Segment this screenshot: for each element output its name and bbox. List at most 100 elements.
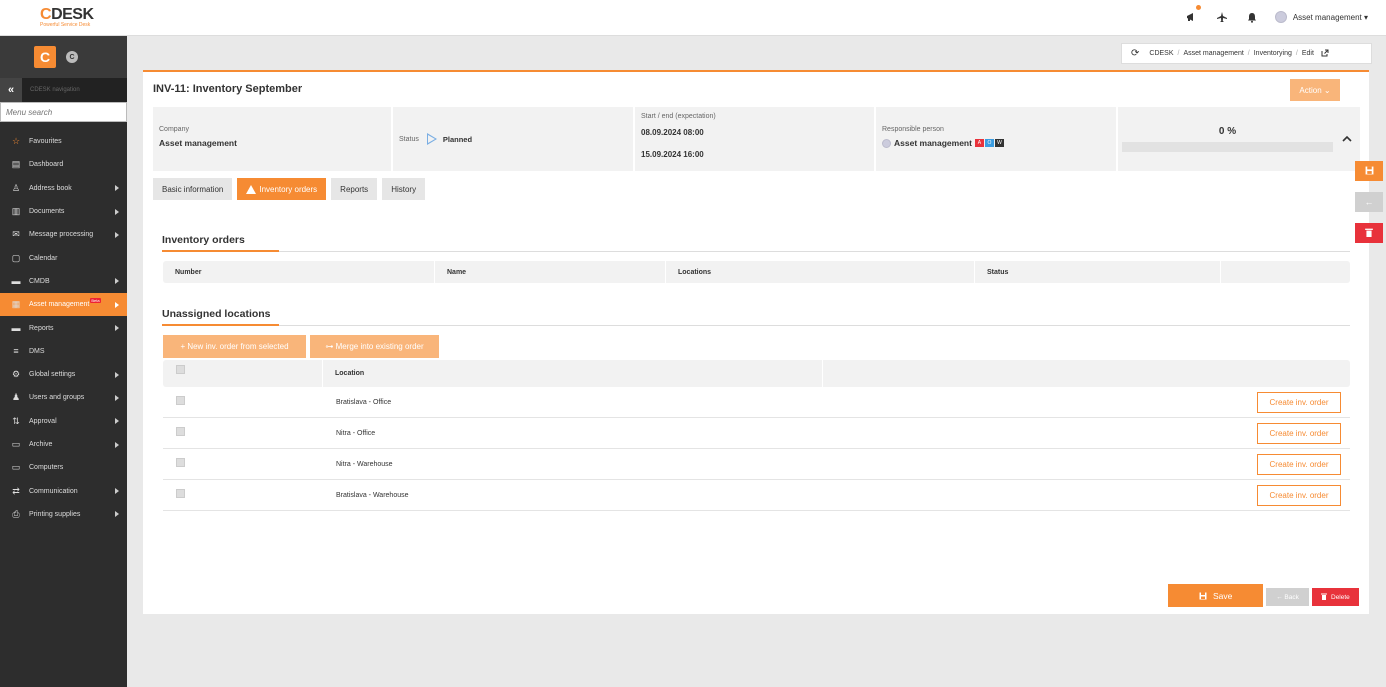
trash-icon	[1365, 228, 1373, 239]
breadcrumb-item-inventorying[interactable]: Inventorying	[1254, 50, 1292, 57]
responsible-label: Responsible person	[882, 126, 944, 133]
bell-icon[interactable]	[1245, 10, 1259, 24]
tab-reports[interactable]: Reports	[331, 178, 378, 200]
sidebar-item-label: Communication	[29, 487, 78, 495]
column-name[interactable]: Name	[435, 261, 666, 283]
tab-history[interactable]: History	[382, 178, 426, 200]
sidebar-item-calendar[interactable]: ▢ Calendar	[0, 246, 127, 269]
progress-cell: 0 %	[1118, 107, 1360, 171]
tab-inventory-orders-label: Inventory orders	[259, 184, 318, 194]
dates-label: Start / end (expectation)	[641, 113, 716, 120]
menu-search-input[interactable]	[1, 103, 126, 121]
table-row: Bratislava - Warehouse Create inv. order	[163, 481, 1350, 511]
sidebar-item-reports[interactable]: ▬ Reports	[0, 316, 127, 339]
progress-bar	[1122, 142, 1333, 152]
sidebar-item-computers[interactable]: ▭ Computers	[0, 456, 127, 479]
sidebar-item-users-and-groups[interactable]: ♟ Users and groups	[0, 386, 127, 409]
sidebar-item-label: Global settings	[29, 371, 76, 379]
sidebar-item-archive[interactable]: ▭ Archive	[0, 433, 127, 456]
column-locations[interactable]: Locations	[666, 261, 975, 283]
badge-w: W	[994, 139, 1004, 147]
sidebar-item-address-book[interactable]: ♙ Address book	[0, 177, 127, 200]
sidebar-logo[interactable]: C	[34, 46, 56, 68]
create-inv-order-button[interactable]: Create inv. order	[1257, 485, 1341, 506]
sidebar-item-label: Favourites	[29, 138, 62, 146]
page-title: INV-11: Inventory September	[153, 83, 303, 95]
create-inv-order-button[interactable]: Create inv. order	[1257, 423, 1341, 444]
refresh-icon[interactable]: ⟳	[1131, 48, 1139, 59]
folder-open-icon: ▬	[11, 323, 21, 334]
logo-tagline: Powerful Service Desk	[40, 22, 91, 28]
location-name: Bratislava - Office	[336, 399, 392, 406]
sidebar-item-favourites[interactable]: ☆ Favourites	[0, 130, 127, 153]
users-icon: ♟	[11, 392, 21, 403]
avatar	[882, 138, 891, 148]
sidebar-item-dashboard[interactable]: ▤ Dashboard	[0, 153, 127, 176]
sidebar-item-label: CMDB	[29, 277, 50, 285]
float-back-button[interactable]: ←	[1355, 192, 1383, 212]
sidebar-item-asset-management[interactable]: ▦ Asset management Beta	[0, 293, 127, 317]
folder-icon: ▬	[11, 276, 21, 287]
tab-inventory-orders[interactable]: Inventory orders	[237, 178, 327, 200]
sidebar-item-label: Dashboard	[29, 161, 64, 169]
sidebar-item-printing-supplies[interactable]: ⎙ Printing supplies	[0, 503, 127, 526]
sidebar-item-label: Reports	[29, 324, 54, 332]
dates-cell: Start / end (expectation) 08.09.2024 08:…	[635, 107, 876, 171]
company-value: Asset management	[159, 138, 237, 148]
breadcrumb-item-edit: Edit	[1301, 50, 1314, 57]
create-inv-order-button[interactable]: Create inv. order	[1257, 392, 1341, 413]
status-value: Planned	[442, 134, 473, 144]
arrow-left-icon: ←	[1364, 197, 1374, 207]
notification-dot	[1195, 5, 1201, 10]
sidebar-nav-header: « CDESK navigation	[0, 78, 127, 102]
exchange-icon: ⇄	[12, 485, 20, 496]
sidebar-item-label: Address book	[29, 184, 72, 192]
row-checkbox[interactable]	[176, 489, 185, 498]
chevron-up-icon[interactable]	[1342, 133, 1352, 145]
sidebar-item-approval[interactable]: ⇅ Approval	[0, 410, 127, 433]
sidebar-logo-secondary[interactable]: C	[66, 51, 78, 63]
row-checkbox[interactable]	[176, 458, 185, 467]
sidebar-item-dms[interactable]: ≡ DMS	[0, 340, 127, 363]
external-link-icon[interactable]	[1321, 49, 1329, 59]
sidebar-item-documents[interactable]: ▥ Documents	[0, 200, 127, 223]
column-number[interactable]: Number	[163, 261, 435, 283]
sidebar-item-message-processing[interactable]: ✉ Message processing	[0, 223, 127, 246]
create-inv-order-button[interactable]: Create inv. order	[1257, 454, 1341, 475]
merge-into-order-button[interactable]: ⊶ Merge into existing order	[310, 335, 439, 358]
row-checkbox[interactable]	[176, 427, 185, 436]
sidebar-item-label: Approval	[29, 417, 57, 425]
select-all-checkbox[interactable]	[176, 365, 185, 374]
divider	[162, 325, 1350, 326]
collapse-sidebar-button[interactable]: «	[0, 78, 22, 102]
column-location[interactable]: Location	[323, 360, 823, 387]
breadcrumb-item-asset-management[interactable]: Asset management	[1183, 50, 1243, 57]
save-icon	[1199, 591, 1213, 601]
breadcrumb-item-cdesk[interactable]: CDESK	[1149, 50, 1173, 57]
float-delete-button[interactable]	[1355, 223, 1383, 243]
envelope-icon: ✉	[12, 229, 20, 240]
save-button[interactable]: Save	[1168, 584, 1263, 607]
sidebar-item-global-settings[interactable]: ⚙ Global settings	[0, 363, 127, 386]
database-icon: ≡	[13, 346, 19, 357]
sidebar-item-communication[interactable]: ⇄ Communication	[0, 479, 127, 502]
row-checkbox[interactable]	[176, 396, 185, 405]
plane-icon[interactable]	[1215, 10, 1229, 24]
float-save-button[interactable]	[1355, 161, 1383, 181]
user-menu[interactable]: Asset management ▾	[1274, 11, 1368, 23]
select-all-cell	[163, 360, 323, 387]
delete-button[interactable]: Delete	[1312, 588, 1359, 606]
back-button[interactable]: ← Back	[1266, 588, 1309, 606]
responsible-value[interactable]: Asset management	[894, 138, 972, 148]
column-status[interactable]: Status	[975, 261, 1221, 283]
action-dropdown-button[interactable]: Action ⌄	[1290, 79, 1340, 101]
cdesk-logo[interactable]: CDESK Powerful Service Desk	[40, 6, 94, 28]
sidebar-item-label: Archive	[29, 441, 53, 448]
user-icon: ♙	[11, 182, 21, 193]
breadcrumb: ⟳ CDESK / Asset management / Inventoryin…	[1121, 43, 1372, 64]
new-inv-order-button[interactable]: + New inv. order from selected	[163, 335, 306, 358]
sidebar-item-cmdb[interactable]: ▬ CMDB	[0, 270, 127, 293]
tab-bar: Basic information Inventory orders Repor…	[153, 178, 426, 200]
tab-basic-information[interactable]: Basic information	[153, 178, 233, 200]
megaphone-icon[interactable]	[1185, 5, 1201, 24]
